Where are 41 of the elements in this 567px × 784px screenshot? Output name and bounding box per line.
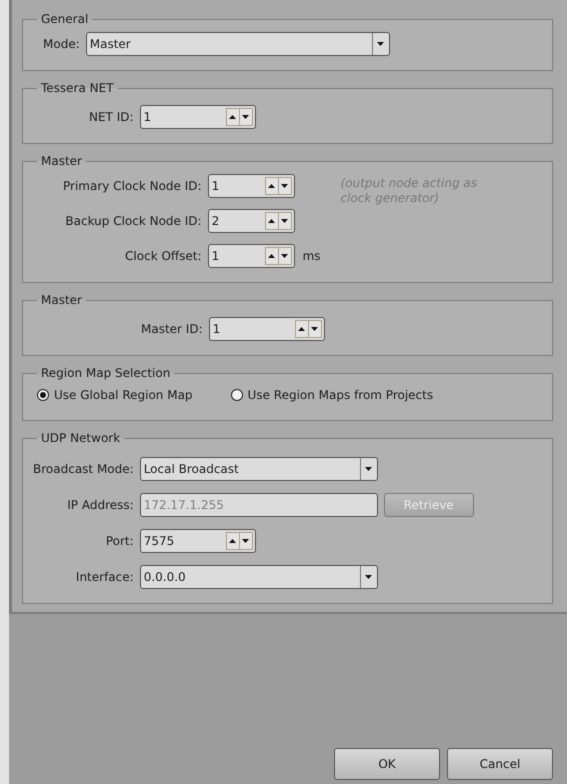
cancel-button[interactable]: Cancel [447,748,553,780]
field-label: Port: [106,534,134,548]
group-title: General [40,12,90,26]
dropdown[interactable]: 0.0.0.0 [140,565,378,589]
group-title: Region Map Selection [40,366,172,380]
spin-up-icon[interactable] [264,212,279,230]
dropdown[interactable]: Master [86,32,390,56]
spin-box[interactable]: 1 [208,244,295,268]
spin-up-icon[interactable] [226,108,240,126]
field-label: Clock Offset: [125,249,202,263]
group-title: Tessera NET [40,81,115,95]
spin-down-icon[interactable] [278,247,292,265]
dropdown[interactable]: Local Broadcast [140,457,378,481]
spin-box[interactable]: 2 [208,209,295,233]
hint-text: (output node acting as clock generator) [340,176,478,206]
field-label: NET ID: [89,110,134,124]
field-label: Mode: [43,37,80,51]
ok-button[interactable]: OK [334,748,440,780]
spin-up-icon[interactable] [264,247,279,265]
field-label: Broadcast Mode: [33,462,134,476]
spin-up-icon[interactable] [294,320,309,338]
spin-box[interactable]: 1 [208,174,295,198]
spin-down-icon[interactable] [278,177,292,195]
field-label: Primary Clock Node ID: [63,179,202,193]
spin-down-icon[interactable] [240,532,253,550]
field-label: Interface: [76,570,134,584]
spin-box[interactable]: 1 [208,317,325,341]
spin-up-icon[interactable] [226,532,240,550]
unit-label: ms [302,249,321,263]
field-label: Backup Clock Node ID: [65,214,202,228]
spin-down-icon[interactable] [278,212,292,230]
spin-down-icon[interactable] [308,320,322,338]
spin-box[interactable]: 7575 [140,529,256,553]
group-title: Master [40,154,83,168]
field-label: Master ID: [141,322,203,336]
spin-down-icon[interactable] [240,108,253,126]
group-title: UDP Network [40,431,122,445]
spin-up-icon[interactable] [264,177,279,195]
group-title: Master [40,293,83,307]
spin-box[interactable]: 1 [140,105,256,129]
field-label: IP Address: [67,498,134,512]
